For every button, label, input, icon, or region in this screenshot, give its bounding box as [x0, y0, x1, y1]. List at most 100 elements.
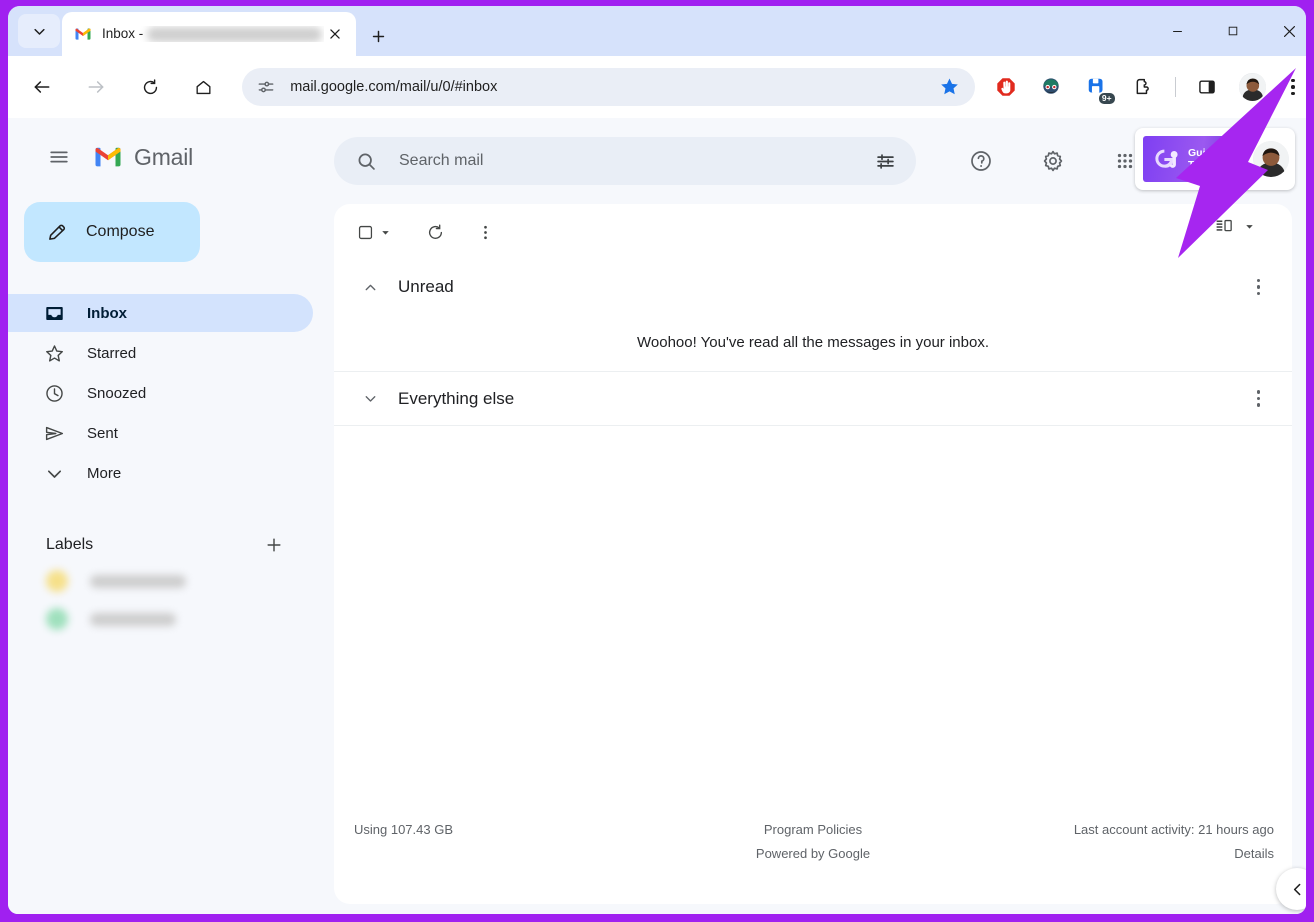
send-paper-plane-icon — [44, 423, 65, 444]
label-row[interactable] — [8, 600, 334, 638]
window-close-button[interactable] — [1266, 14, 1306, 48]
labels-section-header: Labels — [8, 528, 313, 562]
activity-details-link[interactable]: Details — [1234, 846, 1274, 861]
sidebar-label-sent: Sent — [87, 425, 118, 442]
notification-extension-icon[interactable]: 9+ — [1082, 72, 1112, 102]
grammarly-extension-icon[interactable] — [1036, 72, 1066, 102]
side-panel-icon[interactable] — [1192, 72, 1222, 102]
annotation-border-frame: Inbox - — [0, 0, 1314, 922]
search-placeholder: Search mail — [399, 152, 875, 170]
section-more-icon[interactable] — [1257, 390, 1261, 407]
gmail-app: Gmail Search mail — [8, 118, 1306, 914]
hamburger-menu-icon[interactable] — [38, 136, 80, 178]
chevron-left-icon — [1289, 881, 1306, 898]
gmail-footer: Using 107.43 GB Program Policies Last ac… — [334, 822, 1292, 870]
chevron-down-icon[interactable] — [379, 226, 392, 239]
search-mail-bar[interactable]: Search mail — [334, 137, 916, 185]
home-icon[interactable] — [187, 70, 221, 104]
sidebar-item-snoozed[interactable]: Snoozed — [8, 374, 313, 412]
clock-snooze-icon — [44, 383, 65, 404]
chrome-profile-avatar[interactable] — [1239, 73, 1267, 101]
sidebar-item-starred[interactable]: Starred — [8, 334, 313, 372]
chrome-tab-strip: Inbox - — [8, 6, 1306, 56]
gmail-m-icon — [90, 142, 126, 172]
sidebar-item-more[interactable]: More — [8, 454, 313, 492]
mail-list-panel: Unread Woohoo! You've read all the messa… — [334, 204, 1292, 904]
gmail-wordmark: Gmail — [134, 144, 193, 171]
gmail-logo[interactable]: Gmail — [90, 142, 193, 172]
sidebar-label-snoozed: Snoozed — [87, 385, 146, 402]
label-color-dot — [46, 570, 68, 592]
sidebar-label-inbox: Inbox — [87, 305, 127, 322]
forward-arrow-icon[interactable] — [80, 70, 114, 104]
three-dot-more-icon[interactable] — [468, 215, 502, 249]
sidebar-nav-list: Inbox Starred Snoozed — [8, 294, 334, 492]
inbox-icon — [44, 303, 65, 324]
refresh-icon[interactable] — [418, 215, 452, 249]
tab-title: Inbox - — [102, 26, 324, 42]
label-list — [8, 562, 334, 638]
chevron-down-icon[interactable] — [1243, 220, 1256, 233]
section-header-everything-else[interactable]: Everything else — [334, 372, 1292, 426]
chevron-down-icon[interactable] — [358, 390, 382, 407]
tab-search-chevron-icon[interactable] — [18, 14, 60, 48]
gmail-header: Gmail Search mail — [8, 118, 1306, 196]
address-bar[interactable]: mail.google.com/mail/u/0/#inbox — [242, 68, 975, 106]
label-row[interactable] — [8, 562, 334, 600]
section-header-unread[interactable]: Unread — [334, 260, 1292, 314]
adblock-extension-icon[interactable] — [991, 72, 1021, 102]
site-settings-icon[interactable] — [256, 77, 276, 97]
window-minimize-button[interactable] — [1154, 14, 1200, 48]
mail-list-toolbar — [334, 204, 1292, 260]
compose-button[interactable]: Compose — [24, 202, 200, 262]
guiding-tech-brand-badge: Guiding Tech — [1135, 128, 1295, 190]
search-icon — [356, 151, 377, 172]
back-arrow-icon[interactable] — [25, 70, 59, 104]
select-all-checkbox-icon[interactable] — [356, 223, 392, 242]
compose-label: Compose — [86, 223, 154, 241]
chrome-three-dot-menu[interactable] — [1280, 72, 1306, 102]
sidebar-label-starred: Starred — [87, 345, 136, 362]
sidebar-item-sent[interactable]: Sent — [8, 414, 313, 452]
reload-icon[interactable] — [134, 70, 168, 104]
display-density-icon[interactable] — [1214, 216, 1256, 237]
settings-gear-icon[interactable] — [1035, 143, 1071, 179]
section-more-icon[interactable] — [1257, 279, 1261, 296]
gmail-favicon — [74, 25, 92, 43]
search-options-icon[interactable] — [875, 151, 896, 172]
guiding-tech-logo: Guiding Tech — [1143, 136, 1247, 182]
section-title-everything-else: Everything else — [398, 389, 514, 409]
url-text: mail.google.com/mail/u/0/#inbox — [290, 79, 939, 95]
chevron-down-icon — [44, 463, 65, 484]
notification-badge: 9+ — [1099, 93, 1115, 104]
tab-title-redacted — [147, 27, 322, 42]
pencil-compose-icon — [46, 221, 68, 243]
chevron-up-icon[interactable] — [358, 279, 382, 296]
gmail-account-avatar[interactable] — [1253, 141, 1289, 177]
chrome-toolbar: mail.google.com/mail/u/0/#inbox — [8, 56, 1306, 118]
brand-line-1: Guiding — [1188, 147, 1228, 159]
last-activity-text: Last account activity: 21 hours ago — [1074, 822, 1274, 837]
plus-add-label-icon[interactable] — [261, 532, 287, 558]
empty-inbox-message: Woohoo! You've read all the messages in … — [334, 314, 1292, 372]
section-title-unread: Unread — [398, 277, 454, 297]
star-outline-icon — [44, 343, 65, 364]
sidebar-item-inbox[interactable]: Inbox — [8, 294, 313, 332]
label-color-dot — [46, 608, 68, 630]
window-maximize-button[interactable] — [1210, 14, 1256, 48]
label-name-redacted — [90, 575, 186, 588]
label-name-redacted — [90, 613, 176, 626]
extensions-puzzle-icon[interactable] — [1128, 72, 1158, 102]
gmail-sidebar: Compose Inbox Starred — [8, 196, 334, 914]
labels-title: Labels — [46, 536, 261, 554]
sidebar-label-more: More — [87, 465, 121, 482]
bookmark-star-filled-icon[interactable] — [939, 76, 961, 98]
brand-line-2: Tech — [1188, 159, 1228, 171]
guiding-tech-wordmark: Guiding Tech — [1188, 147, 1228, 171]
tab-close-icon[interactable] — [324, 23, 346, 45]
toolbar-divider — [1175, 77, 1176, 97]
powered-by-google-text: Powered by Google — [334, 846, 1292, 861]
new-tab-button[interactable] — [364, 22, 392, 50]
help-icon[interactable] — [963, 143, 999, 179]
browser-tab-gmail[interactable]: Inbox - — [62, 12, 356, 56]
